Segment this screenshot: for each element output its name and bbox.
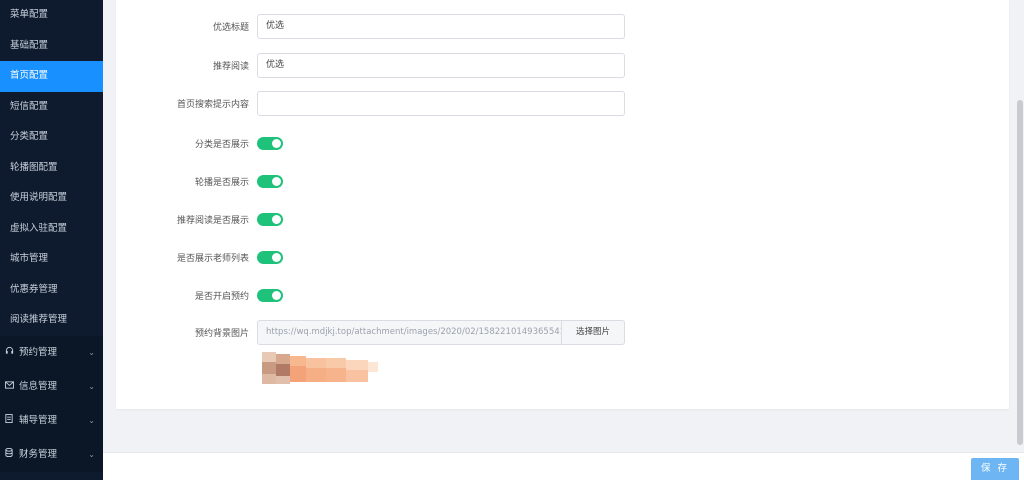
chevron-down-icon: ⌄	[88, 449, 95, 459]
headset-icon	[4, 336, 14, 370]
scrollbar-thumb[interactable]	[1017, 100, 1023, 445]
toggle-label: 是否展示老师列表	[176, 254, 249, 264]
sidebar-group-finance[interactable]: 财务管理 ⌄	[0, 437, 103, 472]
sidebar-item-reading-recommend[interactable]: 阅读推荐管理	[0, 305, 103, 336]
recommend-label: 推荐阅读	[212, 62, 249, 72]
sidebar-group-tutoring[interactable]: 辅导管理 ⌄	[0, 403, 103, 438]
sidebar-item-category-config[interactable]: 分类配置	[0, 122, 103, 153]
toggle-knob	[272, 291, 281, 300]
toggle-label: 分类是否展示	[194, 140, 249, 150]
sidebar-item-virtual-entry-config[interactable]: 虚拟入驻配置	[0, 214, 103, 245]
toggle-knob	[272, 139, 281, 148]
category-display-toggle[interactable]	[257, 137, 283, 150]
teacher-list-toggle[interactable]	[257, 251, 283, 264]
home-config-form: 优选标题 优选 推荐阅读 优选 首页搜索提示内容 分类是否展示 轮播是否展示 推…	[116, 0, 1009, 409]
database-icon	[4, 438, 14, 472]
form-row-toggle: 分类是否展示	[116, 137, 283, 150]
main-area: 优选标题 优选 推荐阅读 优选 首页搜索提示内容 分类是否展示 轮播是否展示 推…	[103, 0, 1024, 480]
bg-image-picker: https://wq.mdjkj.top/attachment/images/2…	[257, 320, 625, 345]
sidebar-item-usage-config[interactable]: 使用说明配置	[0, 183, 103, 214]
sidebar-item-coupon-management[interactable]: 优惠券管理	[0, 275, 103, 306]
form-row-title: 优选标题 优选	[116, 14, 625, 39]
sidebar-group-booking[interactable]: 预约管理 ⌄	[0, 335, 103, 370]
form-row-toggle: 轮播是否展示	[116, 175, 283, 188]
doc-icon	[4, 404, 14, 438]
sidebar-item-menu-config[interactable]: 菜单配置	[0, 0, 103, 31]
save-button[interactable]: 保 存	[971, 458, 1019, 480]
form-row-recommend: 推荐阅读 优选	[116, 53, 625, 78]
bg-image-url-input[interactable]: https://wq.mdjkj.top/attachment/images/2…	[257, 320, 561, 345]
select-image-button[interactable]: 选择图片	[561, 320, 625, 345]
toggle-knob	[272, 177, 281, 186]
form-row-toggle: 是否开启预约	[116, 289, 283, 302]
toggle-label: 是否开启预约	[194, 292, 249, 302]
sidebar-group-label: 财务管理	[19, 448, 58, 460]
sidebar-item-carousel-config[interactable]: 轮播图配置	[0, 153, 103, 184]
form-row-toggle: 是否展示老师列表	[116, 251, 283, 264]
toggle-knob	[272, 253, 281, 262]
form-row-toggle: 推荐阅读是否展示	[116, 213, 283, 226]
sidebar: 菜单配置 基础配置 首页配置 短信配置 分类配置 轮播图配置 使用说明配置 虚拟…	[0, 0, 103, 480]
search-hint-label: 首页搜索提示内容	[176, 100, 249, 110]
sidebar-item-city-management[interactable]: 城市管理	[0, 244, 103, 275]
footer-bar	[103, 452, 1024, 480]
booking-enable-toggle[interactable]	[257, 289, 283, 302]
form-row-bg-image: 预约背景图片 https://wq.mdjkj.top/attachment/i…	[116, 320, 625, 345]
chevron-down-icon: ⌄	[88, 381, 95, 391]
sidebar-item-home-config[interactable]: 首页配置	[0, 61, 103, 92]
sidebar-group-label: 预约管理	[19, 346, 58, 358]
recommend-display-toggle[interactable]	[257, 213, 283, 226]
bg-image-label: 预约背景图片	[194, 329, 249, 339]
search-hint-input[interactable]	[257, 91, 625, 116]
toggle-label: 轮播是否展示	[194, 178, 249, 188]
recommend-input[interactable]: 优选	[257, 53, 625, 78]
bg-image-preview	[260, 350, 386, 386]
sidebar-item-basic-config[interactable]: 基础配置	[0, 31, 103, 62]
mail-icon	[4, 370, 14, 404]
title-input[interactable]: 优选	[257, 14, 625, 39]
carousel-display-toggle[interactable]	[257, 175, 283, 188]
form-row-search-hint: 首页搜索提示内容	[116, 91, 625, 116]
title-label: 优选标题	[212, 23, 249, 33]
sidebar-group-label: 辅导管理	[19, 414, 58, 426]
chevron-down-icon: ⌄	[88, 347, 95, 357]
sidebar-group-info[interactable]: 信息管理 ⌄	[0, 369, 103, 404]
chevron-down-icon: ⌄	[88, 415, 95, 425]
toggle-knob	[272, 215, 281, 224]
sidebar-group-label: 信息管理	[19, 380, 58, 392]
sidebar-item-sms-config[interactable]: 短信配置	[0, 92, 103, 123]
toggle-label: 推荐阅读是否展示	[176, 216, 249, 226]
